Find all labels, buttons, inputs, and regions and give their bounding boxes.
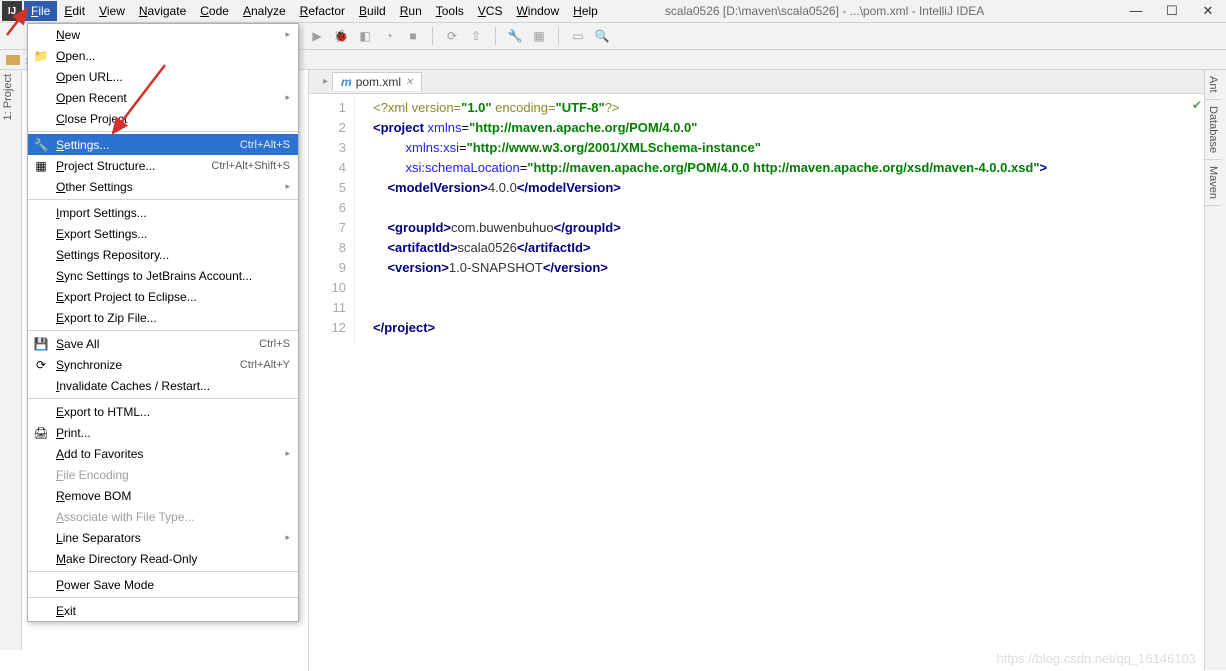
vcs-update-icon[interactable]: ⟳ — [443, 27, 461, 45]
menu-item-open-url[interactable]: Open URL... — [28, 66, 298, 87]
menu-item-sync-settings-to-jetbrains-account[interactable]: Sync Settings to JetBrains Account... — [28, 265, 298, 286]
screen-icon[interactable]: ▭ — [569, 27, 587, 45]
menu-item-line-separators[interactable]: Line Separators▸ — [28, 527, 298, 548]
window-controls: — ☐ ✕ — [1118, 0, 1226, 21]
menu-item-power-save-mode[interactable]: Power Save Mode — [28, 574, 298, 595]
menubar: IJ FileEditViewNavigateCodeAnalyzeRefact… — [0, 0, 1226, 23]
menu-item-new[interactable]: New▸ — [28, 24, 298, 45]
wrench-icon: 🔧 — [34, 138, 48, 152]
menu-item-export-to-zip-file[interactable]: Export to Zip File... — [28, 307, 298, 328]
project-tool-tab[interactable]: 1: Project — [0, 70, 16, 124]
search-icon[interactable]: 🔍 — [593, 27, 611, 45]
menu-item-associate-with-file-type: Associate with File Type... — [28, 506, 298, 527]
separator — [558, 27, 559, 45]
left-tool-panel: 1: Project — [0, 70, 22, 650]
menu-item-project-structure[interactable]: ▦Project Structure...Ctrl+Alt+Shift+S — [28, 155, 298, 176]
maven-file-icon: m — [341, 75, 352, 89]
debug-icon[interactable]: 🐞 — [332, 27, 350, 45]
app-logo-icon: IJ — [2, 1, 22, 21]
menu-item-save-all[interactable]: 💾Save AllCtrl+S — [28, 333, 298, 354]
maximize-button[interactable]: ☐ — [1154, 0, 1190, 21]
menu-item-invalidate-caches-restart[interactable]: Invalidate Caches / Restart... — [28, 375, 298, 396]
separator — [432, 27, 433, 45]
menu-tools[interactable]: Tools — [429, 1, 471, 21]
separator — [495, 27, 496, 45]
code-editor[interactable]: 123456789101112 <?xml version="1.0" enco… — [309, 94, 1204, 342]
watermark: https://blog.csdn.net/qq_16146103 — [997, 651, 1197, 666]
vcs-commit-icon[interactable]: ⇧ — [467, 27, 485, 45]
menu-item-export-to-html[interactable]: Export to HTML... — [28, 401, 298, 422]
menu-item-settings[interactable]: 🔧Settings...Ctrl+Alt+S — [28, 134, 298, 155]
code-content[interactable]: <?xml version="1.0" encoding="UTF-8"?> <… — [355, 94, 1047, 342]
menu-run[interactable]: Run — [393, 1, 429, 21]
menu-vcs[interactable]: VCS — [471, 1, 510, 21]
menu-item-synchronize[interactable]: ⟳SynchronizeCtrl+Alt+Y — [28, 354, 298, 375]
menu-item-open[interactable]: 📁Open... — [28, 45, 298, 66]
menu-item-open-recent[interactable]: Open Recent▸ — [28, 87, 298, 108]
menu-item-file-encoding: File Encoding — [28, 464, 298, 485]
menu-item-close-project[interactable]: Close Project — [28, 108, 298, 129]
menu-item-import-settings[interactable]: Import Settings... — [28, 202, 298, 223]
menu-item-settings-repository[interactable]: Settings Repository... — [28, 244, 298, 265]
profile-icon[interactable]: ◔ — [380, 27, 398, 45]
database-tool-tab[interactable]: Database — [1205, 100, 1221, 160]
window-title: scala0526 [D:\maven\scala0526] - ...\pom… — [665, 4, 984, 18]
folder-icon — [6, 55, 20, 65]
stop-icon[interactable]: ■ — [404, 27, 422, 45]
editor-area: ▸ m pom.xml ✕ 123456789101112 <?xml vers… — [308, 70, 1204, 671]
coverage-icon[interactable]: ◧ — [356, 27, 374, 45]
menu-file[interactable]: File — [24, 1, 57, 21]
menu-edit[interactable]: Edit — [57, 1, 92, 21]
structure-icon: ▦ — [34, 159, 48, 173]
menu-help[interactable]: Help — [566, 1, 605, 21]
editor-tab-pom[interactable]: m pom.xml ✕ — [332, 72, 422, 91]
close-tab-icon[interactable]: ✕ — [405, 77, 413, 88]
minimize-button[interactable]: — — [1118, 0, 1154, 21]
run-icon[interactable]: ▶ — [308, 27, 326, 45]
right-tool-panel: Ant Database Maven — [1204, 70, 1226, 670]
menu-navigate[interactable]: Navigate — [132, 1, 193, 21]
hide-tabs-icon[interactable]: ▸ — [323, 76, 328, 87]
line-gutter: 123456789101112 — [309, 94, 355, 342]
menu-item-print[interactable]: 🖨Print... — [28, 422, 298, 443]
close-button[interactable]: ✕ — [1190, 0, 1226, 21]
menu-analyze[interactable]: Analyze — [236, 1, 293, 21]
menu-item-remove-bom[interactable]: Remove BOM — [28, 485, 298, 506]
menu-item-exit[interactable]: Exit — [28, 600, 298, 621]
menu-build[interactable]: Build — [352, 1, 393, 21]
menu-item-add-to-favorites[interactable]: Add to Favorites▸ — [28, 443, 298, 464]
editor-tab-bar: ▸ m pom.xml ✕ — [309, 70, 1204, 94]
menu-code[interactable]: Code — [193, 1, 236, 21]
ant-tool-tab[interactable]: Ant — [1205, 70, 1221, 100]
print-icon: 🖨 — [34, 426, 48, 440]
sync-icon: ⟳ — [34, 358, 48, 372]
inspection-ok-icon: ✔ — [1192, 98, 1202, 112]
save-icon: 💾 — [34, 337, 48, 351]
file-dropdown-menu: New▸📁Open...Open URL...Open Recent▸Close… — [27, 23, 299, 622]
folder-icon: 📁 — [34, 49, 48, 63]
structure-icon[interactable]: ▦ — [530, 27, 548, 45]
menu-item-make-directory-read-only[interactable]: Make Directory Read-Only — [28, 548, 298, 569]
wrench-icon[interactable]: 🔧 — [506, 27, 524, 45]
menu-refactor[interactable]: Refactor — [293, 1, 352, 21]
maven-tool-tab[interactable]: Maven — [1205, 160, 1221, 206]
menu-view[interactable]: View — [92, 1, 132, 21]
menu-window[interactable]: Window — [509, 1, 566, 21]
menu-item-other-settings[interactable]: Other Settings▸ — [28, 176, 298, 197]
menu-item-export-settings[interactable]: Export Settings... — [28, 223, 298, 244]
menu-item-export-project-to-eclipse[interactable]: Export Project to Eclipse... — [28, 286, 298, 307]
